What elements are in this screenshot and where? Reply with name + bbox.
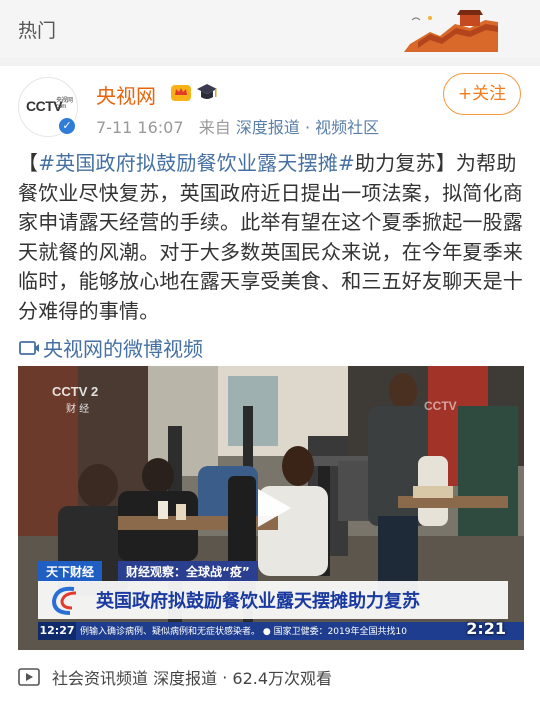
video-footer: 社会资讯频道 深度报道 · 62.4万次观看 [18,664,524,690]
footer-source[interactable]: 深度报道 [153,665,217,689]
section-title: 热门 [18,20,57,42]
verified-badge-icon: ✓ [57,116,77,136]
tv-clock: 12:27 [38,622,76,640]
avatar-logo: CCTV 央视网 com [26,98,73,114]
video-link-icon [19,340,39,355]
video-channel-icon [18,668,40,686]
section-divider [0,58,540,66]
vip-crown-icon [171,85,191,101]
tv-channel-tag: 天下财经 [38,561,103,582]
video-player[interactable]: CCTV 2 财 经 CCTV 天下财经 财经观察：全球战“疫” 英国政府拟鼓励… [18,366,524,650]
tv-segment-tag: 财经观察：全球战“疫” [118,561,258,582]
hashtag-link[interactable]: #英国政府拟鼓励餐饮业露天摆摊# [38,151,355,175]
tv-ticker-bar: 12:27 例输入确诊病例、疑似病例和无症状感染者。 ● 国家卫健委：2019年… [38,622,524,640]
svg-text:CCTV: CCTV [424,399,457,413]
post-date: 7-11 16:07 [96,118,184,137]
post-meta: 7-11 16:07 来自 深度报道 · 视频社区 [96,114,379,138]
svg-text:财 经: 财 经 [66,402,89,415]
tv-headline-text: 英国政府拟鼓励餐饮业露天摆摊助力复苏 [96,591,420,612]
footer-views: 62.4万次观看 [232,669,333,688]
post-source-link[interactable]: 深度报道 · 视频社区 [236,118,379,137]
great-wall-banner-icon [400,6,500,54]
svg-text:CCTV 2: CCTV 2 [52,384,98,399]
post-text: 【#英国政府拟鼓励餐饮业露天摆摊#助力复苏】为帮助餐饮业尽快复苏，英国政府近日提… [18,151,523,323]
tv-ticker-text: 例输入确诊病例、疑似病例和无症状感染者。 ● 国家卫健委：2019年全国共找10 [80,627,407,637]
video-duration: 2:21 [466,619,506,638]
graduation-cap-icon [197,84,217,99]
from-label: 来自 [198,118,231,137]
author-name[interactable]: 央视网 [96,80,156,109]
footer-channel[interactable]: 社会资讯频道 [52,665,148,689]
top-bar: 热门 [0,0,540,58]
follow-button[interactable]: +关注 [443,73,521,115]
cctv-swirl-logo-icon [51,586,77,615]
video-link-label: 央视网的微博视频 [43,337,203,361]
play-icon[interactable] [254,486,294,530]
post-body: 为帮助餐饮业尽快复苏，英国政府近日提出一项法案，拟简化商家申请露天经营的手续。此… [18,151,523,323]
tv-headline-bar: 英国政府拟鼓励餐饮业露天摆摊助力复苏 [38,581,508,619]
video-link[interactable]: 央视网的微博视频 [18,333,203,362]
